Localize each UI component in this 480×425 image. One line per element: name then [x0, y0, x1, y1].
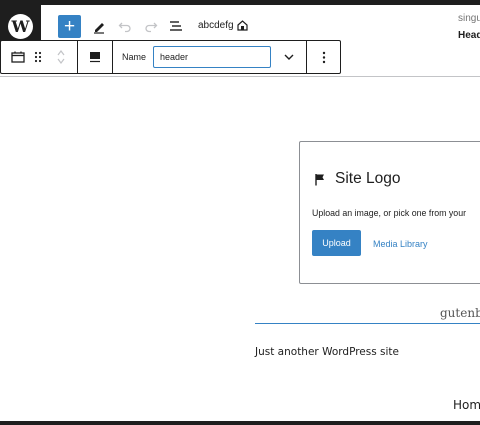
wordpress-logo-icon: W — [8, 13, 33, 39]
chevron-down-icon — [284, 54, 294, 60]
template-part-name: Head — [458, 30, 480, 41]
redo-button[interactable] — [140, 15, 162, 37]
home-icon — [236, 20, 248, 31]
header-block-icon — [11, 51, 25, 63]
site-title-underline — [255, 323, 480, 324]
more-options-icon — [322, 51, 326, 63]
bottom-strip — [0, 421, 480, 425]
align-icon — [90, 52, 100, 63]
site-logo-heading: Site Logo — [314, 170, 401, 188]
template-part-name-input[interactable] — [153, 46, 271, 68]
undo-icon — [118, 22, 131, 33]
block-type-button[interactable] — [7, 46, 29, 68]
name-label: Name — [122, 52, 147, 62]
site-tagline[interactable]: Just another WordPress site — [255, 346, 399, 358]
block-toolbar: Name — [0, 40, 341, 74]
more-options-button[interactable] — [315, 46, 333, 68]
undo-button[interactable] — [114, 15, 136, 37]
add-block-button[interactable]: + — [58, 15, 81, 38]
template-name: singu — [458, 13, 480, 24]
drag-handle[interactable] — [29, 46, 47, 68]
move-up-icon[interactable] — [56, 48, 66, 57]
name-dropdown-toggle[interactable] — [279, 46, 299, 68]
toolbar-separator — [77, 41, 78, 73]
media-library-link[interactable]: Media Library — [373, 239, 428, 249]
list-view-button[interactable] — [165, 15, 187, 37]
site-logo-description: Upload an image, or pick one from your — [312, 208, 467, 218]
flag-icon — [315, 173, 324, 185]
document-title[interactable]: abcdefg — [198, 20, 248, 31]
toolbar-separator — [306, 41, 307, 73]
drag-handle-icon — [34, 51, 42, 63]
pencil-icon — [94, 23, 104, 34]
redo-icon — [145, 22, 158, 33]
edit-tool-button[interactable] — [88, 15, 110, 37]
document-title-text: abcdefg — [198, 20, 234, 31]
nav-item-home[interactable]: Hom — [453, 398, 480, 412]
canvas-divider — [0, 76, 480, 77]
site-title[interactable]: gutenb — [440, 306, 480, 320]
move-buttons — [51, 44, 71, 70]
upload-button[interactable]: Upload — [312, 230, 361, 256]
site-logo-title: Site Logo — [335, 170, 401, 187]
list-view-icon — [170, 21, 182, 31]
move-down-icon[interactable] — [56, 57, 66, 66]
toolbar-separator — [112, 41, 113, 73]
align-button[interactable] — [85, 46, 105, 68]
site-logo-placeholder: Site Logo Upload an image, or pick one f… — [299, 141, 480, 284]
